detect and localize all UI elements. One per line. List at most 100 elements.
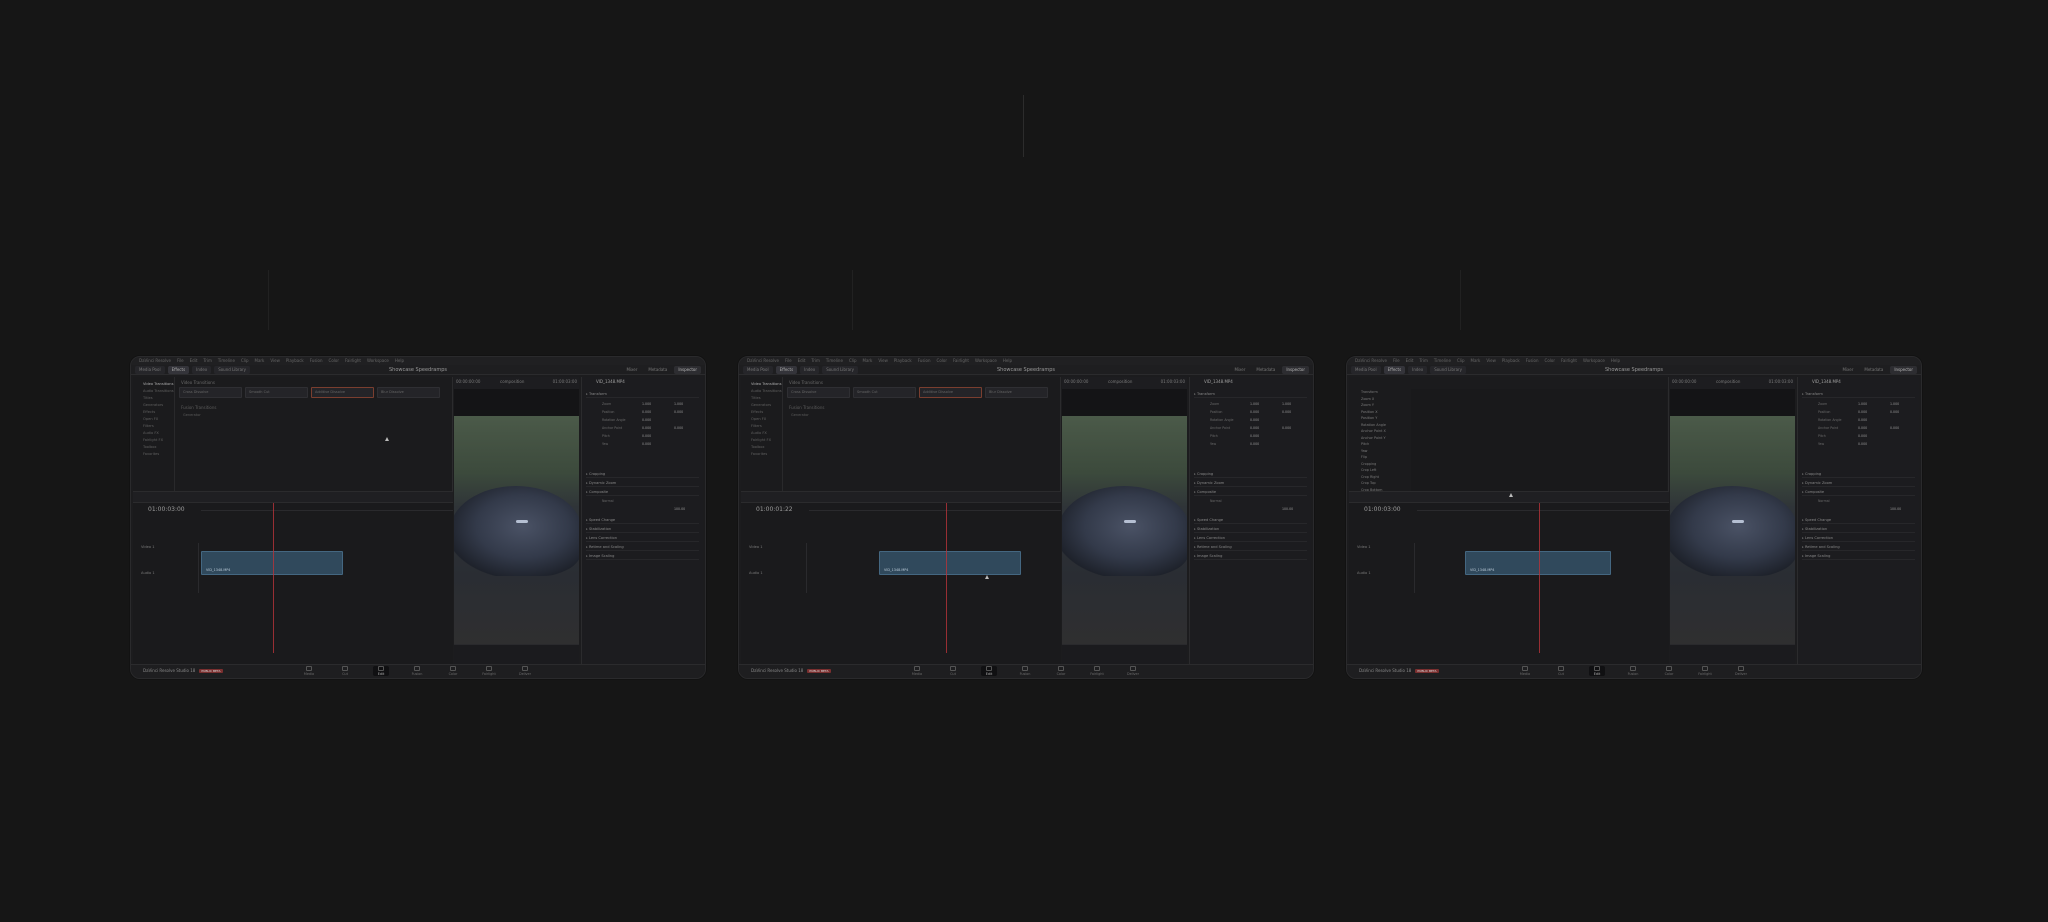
menu-item[interactable]: Fusion	[310, 358, 323, 363]
menu-item[interactable]: Fairlight	[953, 358, 969, 363]
playhead[interactable]	[946, 503, 947, 653]
tab-inspector[interactable]: Inspector	[1890, 366, 1917, 374]
timeline-ruler[interactable]	[201, 503, 453, 511]
page-fusion[interactable]: Fusion	[409, 666, 425, 676]
page-deliver[interactable]: Deliver	[1125, 666, 1141, 676]
effects-tree-item[interactable]: Audio FX	[741, 430, 782, 437]
generator-item[interactable]: Generator	[183, 413, 201, 417]
menu-item[interactable]: Fairlight	[1561, 358, 1577, 363]
transition-thumb[interactable]: Blur Dissolve	[377, 387, 440, 398]
tab-metadata[interactable]: Metadata	[644, 366, 671, 374]
page-fairlight[interactable]: Fairlight	[1089, 666, 1105, 676]
section-lens-correction[interactable]: Lens Correction	[1802, 535, 1915, 542]
tab-mixer[interactable]: Mixer	[1230, 366, 1249, 374]
page-color[interactable]: Color	[445, 666, 461, 676]
effects-tree-item[interactable]: Titles	[133, 395, 174, 402]
generator-item[interactable]: Generator	[791, 413, 809, 417]
menu-item[interactable]: Mark	[863, 358, 873, 363]
menu-item[interactable]: Help	[395, 358, 404, 363]
section-stabilization[interactable]: Stabilization	[1194, 526, 1307, 533]
transition-thumb[interactable]: Additive Dissolve	[311, 387, 374, 398]
effects-tree-item[interactable]: Audio FX	[133, 430, 174, 437]
page-deliver[interactable]: Deliver	[1733, 666, 1749, 676]
tab-metadata[interactable]: Metadata	[1860, 366, 1887, 374]
section-cropping[interactable]: Cropping	[1802, 471, 1915, 478]
section-transform[interactable]: Transform	[586, 391, 699, 398]
timeline-clip[interactable]: VID_1348.MP4	[201, 551, 343, 575]
menu-item[interactable]: DaVinci Resolve	[1355, 358, 1387, 363]
page-cut[interactable]: Cut	[945, 666, 961, 676]
menu-item[interactable]: File	[785, 358, 792, 363]
page-color[interactable]: Color	[1661, 666, 1677, 676]
page-cut[interactable]: Cut	[1553, 666, 1569, 676]
page-media[interactable]: Media	[909, 666, 925, 676]
menu-item[interactable]: View	[878, 358, 888, 363]
video-frame[interactable]	[1062, 416, 1187, 644]
menu-item[interactable]: Timeline	[826, 358, 843, 363]
section-dynamic-zoom[interactable]: Dynamic Zoom	[586, 480, 699, 487]
playhead[interactable]	[1539, 503, 1540, 653]
menu-item[interactable]: View	[270, 358, 280, 363]
page-edit[interactable]: Edit	[373, 666, 389, 676]
transition-thumb[interactable]: Smooth Cut	[853, 387, 916, 398]
menu-item[interactable]: Color	[1545, 358, 1555, 363]
section-retime-scaling[interactable]: Retime and Scaling	[586, 544, 699, 551]
page-deliver[interactable]: Deliver	[517, 666, 533, 676]
tab-metadata[interactable]: Metadata	[1252, 366, 1279, 374]
page-media[interactable]: Media	[1517, 666, 1533, 676]
menu-item[interactable]: Clip	[241, 358, 249, 363]
effects-tree-item[interactable]: Toolbox	[133, 444, 174, 451]
menu-item[interactable]: DaVinci Resolve	[747, 358, 779, 363]
page-fairlight[interactable]: Fairlight	[481, 666, 497, 676]
section-speed-change[interactable]: Speed Change	[586, 517, 699, 524]
video-frame[interactable]	[1670, 416, 1795, 644]
video-frame[interactable]	[454, 416, 579, 644]
section-composite[interactable]: Composite	[1194, 489, 1307, 496]
timeline-ruler[interactable]	[809, 503, 1061, 511]
page-edit[interactable]: Edit	[1589, 666, 1605, 676]
transition-thumb[interactable]: Cross Dissolve	[179, 387, 242, 398]
effects-tree-item[interactable]: Filters	[741, 423, 782, 430]
section-lens-correction[interactable]: Lens Correction	[586, 535, 699, 542]
menu-item[interactable]: Playback	[1502, 358, 1520, 363]
page-color[interactable]: Color	[1053, 666, 1069, 676]
effects-tree-item[interactable]: Effects	[133, 409, 174, 416]
menu-item[interactable]: Clip	[1457, 358, 1465, 363]
section-retime-scaling[interactable]: Retime and Scaling	[1802, 544, 1915, 551]
section-cropping[interactable]: Cropping	[1194, 471, 1307, 478]
page-fusion[interactable]: Fusion	[1017, 666, 1033, 676]
section-lens-correction[interactable]: Lens Correction	[1194, 535, 1307, 542]
section-transform[interactable]: Transform	[1802, 391, 1915, 398]
menu-item[interactable]: View	[1486, 358, 1496, 363]
effects-tree-item[interactable]: Generators	[741, 402, 782, 409]
page-edit[interactable]: Edit	[981, 666, 997, 676]
transition-thumb[interactable]: Blur Dissolve	[985, 387, 1048, 398]
section-cropping[interactable]: Cropping	[586, 471, 699, 478]
timeline-ruler[interactable]	[1417, 503, 1669, 511]
effects-tree-item[interactable]: Favorites	[741, 451, 782, 458]
effects-tree-item[interactable]: Filters	[133, 423, 174, 430]
menu-item[interactable]: Color	[937, 358, 947, 363]
effects-tree-item[interactable]: Generators	[133, 402, 174, 409]
menu-item[interactable]: Trim	[203, 358, 212, 363]
menu-item[interactable]: Fusion	[1526, 358, 1539, 363]
tab-inspector[interactable]: Inspector	[674, 366, 701, 374]
section-stabilization[interactable]: Stabilization	[586, 526, 699, 533]
effects-tree-item[interactable]: Video Transitions	[741, 381, 782, 388]
effects-tree-item[interactable]: Open FX	[741, 416, 782, 423]
menu-item[interactable]: Timeline	[1434, 358, 1451, 363]
effects-tree-item[interactable]: Toolbox	[741, 444, 782, 451]
playhead[interactable]	[273, 503, 274, 653]
effects-tree-item[interactable]: Favorites	[133, 451, 174, 458]
menu-item[interactable]: Mark	[255, 358, 265, 363]
effects-tree-item[interactable]: Audio Transitions	[133, 388, 174, 395]
menu-item[interactable]: Trim	[811, 358, 820, 363]
section-dynamic-zoom[interactable]: Dynamic Zoom	[1802, 480, 1915, 487]
menu-item[interactable]: File	[177, 358, 184, 363]
menu-item[interactable]: Edit	[1406, 358, 1414, 363]
page-fairlight[interactable]: Fairlight	[1697, 666, 1713, 676]
menu-item[interactable]: Timeline	[218, 358, 235, 363]
menu-item[interactable]: Playback	[286, 358, 304, 363]
menu-item[interactable]: Playback	[894, 358, 912, 363]
section-speed-change[interactable]: Speed Change	[1194, 517, 1307, 524]
